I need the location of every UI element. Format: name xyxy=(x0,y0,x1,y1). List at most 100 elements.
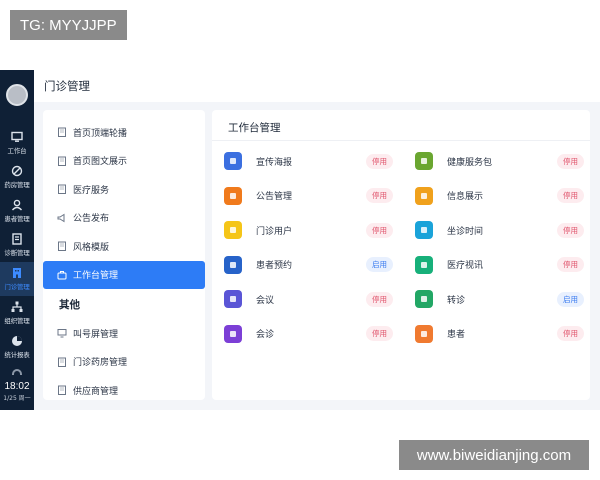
status-badge[interactable]: 启用 xyxy=(366,257,393,273)
menu-item-label: 风格模版 xyxy=(73,242,110,253)
status-badge[interactable]: 停用 xyxy=(366,326,393,342)
megaphone-icon xyxy=(224,186,242,205)
status-badge[interactable]: 停用 xyxy=(366,222,393,238)
menu-item-label: 工作台管理 xyxy=(73,271,119,282)
medical-video-icon xyxy=(415,255,433,274)
module-name: 会议 xyxy=(256,295,275,306)
menu-item-label: 门诊药房管理 xyxy=(73,358,128,369)
building-icon xyxy=(58,385,66,396)
pie-icon xyxy=(12,336,22,346)
briefcase-icon xyxy=(57,270,67,280)
menu-item-label: 公告发布 xyxy=(73,214,110,225)
menu-item-home-graphics[interactable]: 首页图文展示 xyxy=(43,147,205,176)
document-icon xyxy=(12,233,22,245)
status-badge[interactable]: 停用 xyxy=(366,291,393,307)
nav-rail: 工作台 药房管理 患者管理 诊断管理 门诊管理 组织管理 统计报表 18:02 … xyxy=(0,70,34,410)
menu-item-announcement[interactable]: 公告发布 xyxy=(43,204,205,233)
rail-item-label: 统计报表 xyxy=(4,351,30,359)
module-card[interactable]: 宣传海报 停用 xyxy=(224,144,393,179)
watermark-top-left: TG: MYYJJPP xyxy=(10,10,127,40)
rail-item-patients[interactable]: 患者管理 xyxy=(0,194,34,228)
rail-status: 18:02 1/25 周一 xyxy=(0,369,34,402)
building-icon xyxy=(58,127,66,138)
status-badge[interactable]: 停用 xyxy=(557,222,584,238)
clock-icon xyxy=(224,255,242,274)
status-badge[interactable]: 停用 xyxy=(366,153,393,169)
referral-icon xyxy=(415,290,433,309)
status-badge[interactable]: 停用 xyxy=(557,257,584,273)
secondary-menu: 首页顶端轮播 首页图文展示 医疗服务 公告发布 风格模版 工作台管理 其他 叫号… xyxy=(43,110,205,400)
schedule-icon xyxy=(415,221,433,240)
module-name: 转诊 xyxy=(447,295,466,306)
menu-item-label: 供应商管理 xyxy=(73,386,119,397)
monitor-icon xyxy=(11,131,23,142)
module-name: 门诊用户 xyxy=(256,226,293,237)
module-name: 会诊 xyxy=(256,330,275,341)
building-icon xyxy=(58,241,66,252)
page-title: 门诊管理 xyxy=(44,79,90,93)
status-badge[interactable]: 停用 xyxy=(557,153,584,169)
divider xyxy=(212,140,590,141)
menu-item-workbench-management[interactable]: 工作台管理 xyxy=(43,260,205,289)
rail-item-workbench[interactable]: 工作台 xyxy=(0,126,34,160)
rail-item-label: 诊断管理 xyxy=(4,249,30,257)
pill-icon xyxy=(11,165,23,177)
module-card[interactable]: 转诊 启用 xyxy=(415,282,584,317)
module-name: 医疗视讯 xyxy=(447,261,484,272)
module-name: 坐诊时间 xyxy=(447,226,484,237)
module-card[interactable]: 患者预约 启用 xyxy=(224,248,393,283)
module-card[interactable]: 会诊 停用 xyxy=(224,317,393,352)
rail-item-organization[interactable]: 组织管理 xyxy=(0,296,34,330)
rail-item-label: 患者管理 xyxy=(4,215,30,223)
menu-item-label: 首页图文展示 xyxy=(73,157,128,168)
module-card[interactable]: 健康服务包 停用 xyxy=(415,144,584,179)
avatar[interactable] xyxy=(6,84,28,106)
module-name: 信息展示 xyxy=(447,192,484,203)
module-name: 患者预约 xyxy=(256,261,293,272)
clock-date: 1/25 周一 xyxy=(3,395,31,402)
panel-title: 工作台管理 xyxy=(228,122,281,134)
module-card[interactable]: 公告管理 停用 xyxy=(224,179,393,214)
rail-item-pharmacy[interactable]: 药房管理 xyxy=(0,160,34,194)
module-card[interactable]: 坐诊时间 停用 xyxy=(415,213,584,248)
consultation-icon xyxy=(224,324,242,343)
status-badge[interactable]: 停用 xyxy=(557,188,584,204)
menu-item-supplier-management[interactable]: 供应商管理 xyxy=(43,376,205,405)
org-icon xyxy=(11,301,23,312)
rail-item-label: 工作台 xyxy=(7,147,27,155)
building-icon xyxy=(58,184,66,195)
module-card[interactable]: 信息展示 停用 xyxy=(415,179,584,214)
header-bar xyxy=(34,70,600,102)
menu-item-medical-service[interactable]: 医疗服务 xyxy=(43,175,205,204)
module-name: 宣传海报 xyxy=(256,157,293,168)
module-card[interactable]: 门诊用户 停用 xyxy=(224,213,393,248)
building-icon xyxy=(58,357,66,367)
rail-item-diagnosis[interactable]: 诊断管理 xyxy=(0,228,34,262)
module-name: 公告管理 xyxy=(256,192,293,203)
rail-item-outpatient[interactable]: 门诊管理 xyxy=(0,262,34,296)
module-card[interactable]: 患者 停用 xyxy=(415,317,584,352)
info-board-icon xyxy=(415,186,433,205)
status-badge[interactable]: 停用 xyxy=(557,326,584,342)
menu-item-call-screen[interactable]: 叫号屏管理 xyxy=(43,319,205,348)
rail-item-statistics[interactable]: 统计报表 xyxy=(0,330,34,364)
rail-item-label: 组织管理 xyxy=(4,317,30,325)
rail-item-label: 门诊管理 xyxy=(4,283,30,291)
menu-item-style-template[interactable]: 风格模版 xyxy=(43,232,205,261)
outpatient-user-icon xyxy=(224,221,242,240)
monitor-icon xyxy=(57,329,67,338)
app-window: 门诊管理 工作台 药房管理 患者管理 诊断管理 门诊管理 组织管理 统计报表 1… xyxy=(0,70,600,410)
status-badge[interactable]: 停用 xyxy=(366,188,393,204)
building-icon xyxy=(58,156,66,166)
module-card[interactable]: 医疗视讯 停用 xyxy=(415,248,584,283)
meeting-icon xyxy=(224,290,242,309)
module-name: 健康服务包 xyxy=(447,157,493,168)
menu-item-pharmacy-management[interactable]: 门诊药房管理 xyxy=(43,348,205,377)
status-badge[interactable]: 启用 xyxy=(557,291,584,307)
megaphone-icon xyxy=(57,213,65,223)
menu-item-label: 首页顶端轮播 xyxy=(73,128,128,139)
menu-item-top-carousel[interactable]: 首页顶端轮播 xyxy=(43,118,205,147)
watermark-bottom-right: www.biweidianjing.com xyxy=(399,440,589,470)
module-name: 患者 xyxy=(447,330,466,341)
module-card[interactable]: 会议 停用 xyxy=(224,282,393,317)
